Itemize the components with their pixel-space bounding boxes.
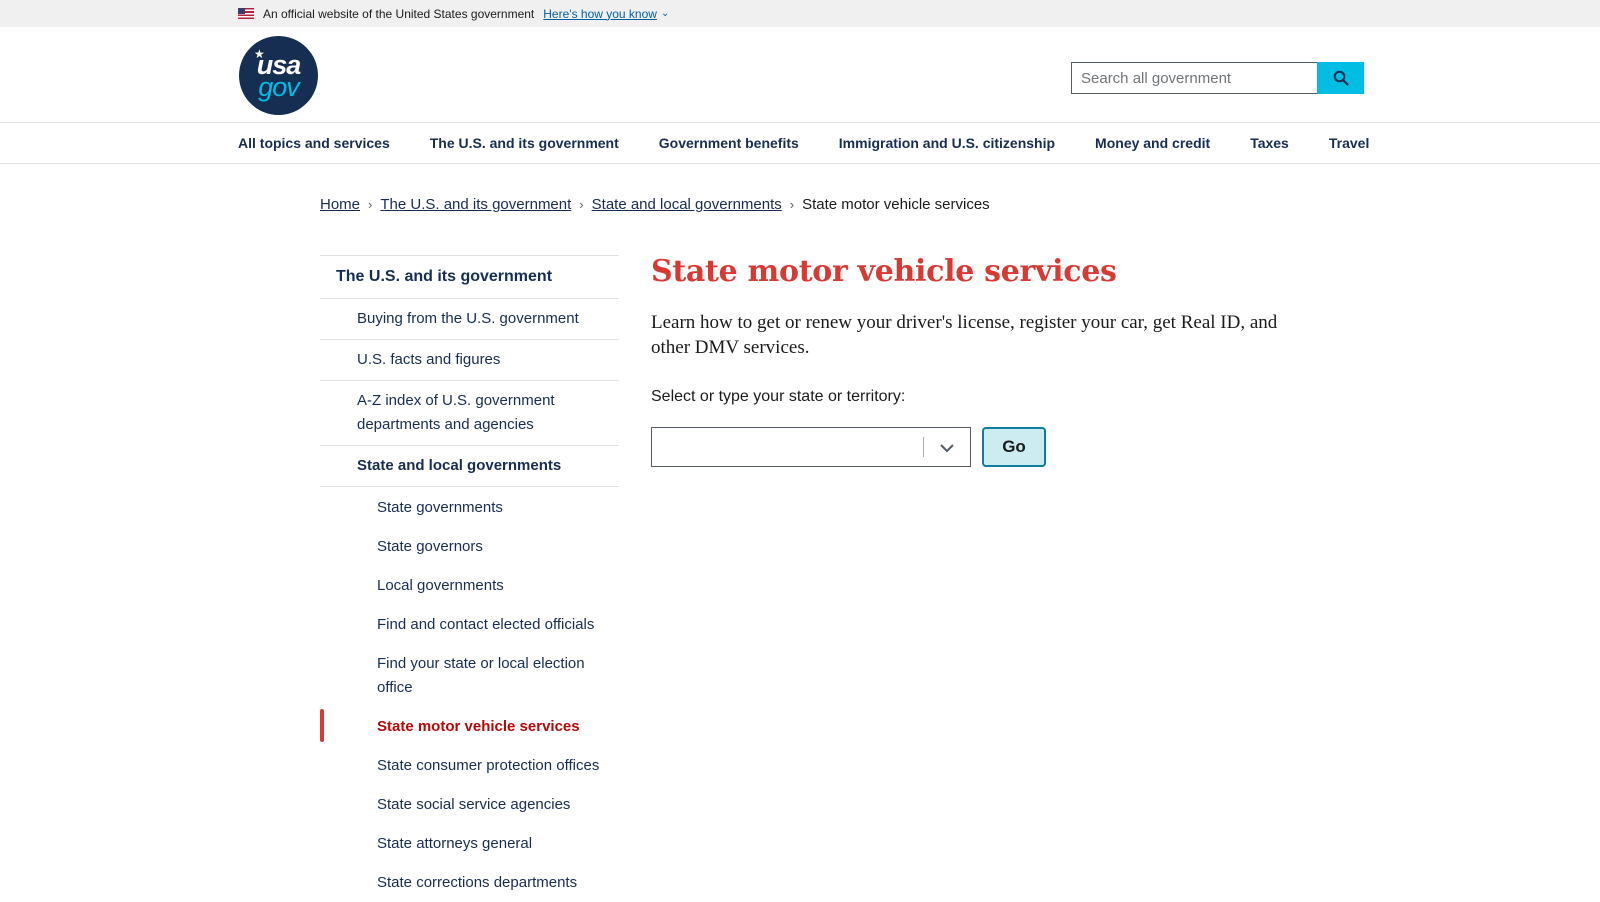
page-lead: Learn how to get or renew your driver's …	[651, 312, 1278, 358]
search-icon	[1333, 70, 1349, 86]
sidenav-item-corrections[interactable]: State corrections departments	[320, 863, 619, 902]
sidenav-item-elected-officials[interactable]: Find and contact elected officials	[320, 605, 619, 644]
nav-item-benefits[interactable]: Government benefits	[659, 135, 799, 151]
sidenav-item-buying[interactable]: Buying from the U.S. government	[320, 299, 619, 340]
sidenav-item-consumer-protection[interactable]: State consumer protection offices	[320, 746, 619, 785]
site-search	[1071, 62, 1364, 94]
chevron-down-icon	[940, 444, 954, 453]
sidenav-item-facts[interactable]: U.S. facts and figures	[320, 340, 619, 381]
breadcrumb-home[interactable]: Home	[320, 196, 360, 213]
heres-how-you-know-link[interactable]: Here's how you know	[543, 7, 657, 21]
site-header: ★ usa gov	[0, 27, 1600, 123]
nav-item-all-topics[interactable]: All topics and services	[238, 135, 390, 151]
sidenav-item-local-governments[interactable]: Local governments	[320, 566, 619, 605]
state-form: Go	[651, 427, 1291, 467]
official-banner: An official website of the United States…	[0, 0, 1600, 27]
sidenav-item-attorneys-general[interactable]: State attorneys general	[320, 824, 619, 863]
breadcrumb-state-local[interactable]: State and local governments	[592, 196, 782, 213]
nav-item-travel[interactable]: Travel	[1329, 135, 1369, 151]
side-nav: The U.S. and its government Buying from …	[320, 255, 619, 902]
sidenav-item-social-service[interactable]: State social service agencies	[320, 785, 619, 824]
search-button[interactable]	[1317, 62, 1364, 94]
main-content: State motor vehicle services Learn how t…	[651, 252, 1291, 467]
state-select-label: Select or type your state or territory:	[651, 388, 906, 405]
sidenav-item-state-governors[interactable]: State governors	[320, 527, 619, 566]
select-divider	[923, 437, 924, 457]
breadcrumb: Home › The U.S. and its government › Sta…	[320, 196, 990, 213]
primary-nav: All topics and services The U.S. and its…	[0, 123, 1600, 164]
nav-item-taxes[interactable]: Taxes	[1250, 135, 1289, 151]
nav-item-immigration[interactable]: Immigration and U.S. citizenship	[839, 135, 1055, 151]
nav-item-money[interactable]: Money and credit	[1095, 135, 1210, 151]
sidenav-item-state-local[interactable]: State and local governments	[320, 446, 619, 487]
sidenav-item-us-government[interactable]: The U.S. and its government	[320, 256, 619, 299]
sidenav-item-motor-vehicle[interactable]: State motor vehicle services	[320, 707, 619, 746]
chevron-right-icon: ›	[789, 197, 795, 212]
search-input[interactable]	[1071, 62, 1317, 94]
logo-text-gov: gov	[258, 71, 300, 102]
nav-item-us-government[interactable]: The U.S. and its government	[430, 135, 619, 151]
state-select[interactable]	[651, 427, 971, 467]
us-flag-icon	[238, 8, 254, 19]
page-title: State motor vehicle services	[651, 254, 1117, 289]
sidenav-item-az-index[interactable]: A-Z index of U.S. government departments…	[320, 381, 619, 446]
breadcrumb-current: State motor vehicle services	[802, 196, 990, 213]
sidenav-item-election-office[interactable]: Find your state or local election office	[320, 644, 619, 707]
sidenav-item-state-governments[interactable]: State governments	[320, 487, 619, 527]
go-button[interactable]: Go	[982, 427, 1046, 467]
chevron-right-icon: ›	[368, 197, 373, 212]
usagov-logo[interactable]: ★ usa gov	[239, 36, 318, 115]
star-icon: ★	[254, 47, 265, 61]
breadcrumb-us-government[interactable]: The U.S. and its government	[380, 196, 571, 213]
official-site-text: An official website of the United States…	[263, 6, 535, 21]
chevron-right-icon: ›	[579, 197, 584, 212]
chevron-down-icon[interactable]: ⌄	[661, 8, 669, 19]
